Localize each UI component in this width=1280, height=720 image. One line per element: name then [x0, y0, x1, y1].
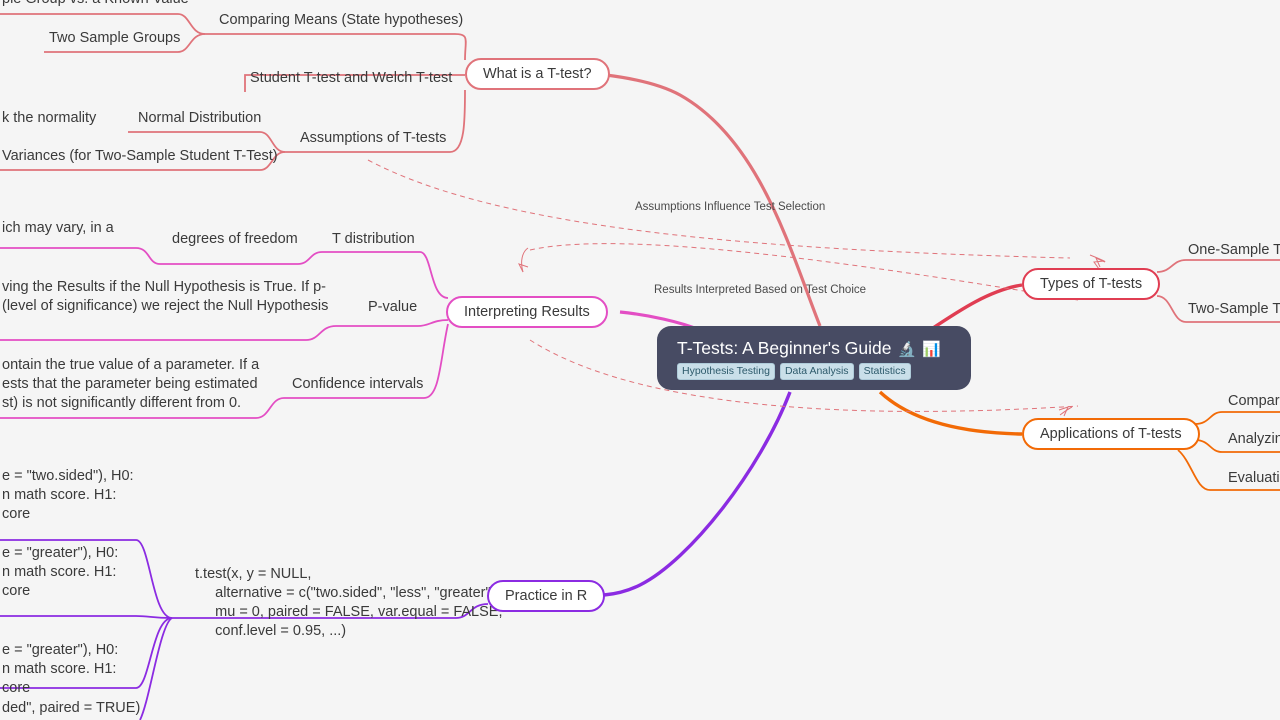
- tag-statistics[interactable]: Statistics: [858, 363, 911, 380]
- leaf-code-example-paired[interactable]: ded", paired = TRUE): [0, 699, 142, 720]
- leaf-confidence-intervals-description[interactable]: ontain the true value of a parameter. If…: [0, 356, 261, 415]
- rel-arrowhead-1: [1095, 257, 1106, 268]
- link-p-value: [336, 319, 449, 327]
- leaf-code-example-greater-2[interactable]: e = "greater"), H0: n math score. H1: co…: [0, 641, 120, 700]
- link-t-distribution: [322, 251, 449, 299]
- node-label: Applications of T-tests: [1040, 426, 1182, 442]
- leaf-evaluating-application[interactable]: Evaluatin: [1226, 469, 1280, 490]
- leaf-one-sample-vs-known-value[interactable]: ple Group vs. a Known Value: [0, 0, 191, 11]
- node-label: What is a T-test?: [483, 66, 592, 82]
- leaf-assumptions-of-ttests[interactable]: Assumptions of T-tests: [298, 129, 448, 150]
- rel-arrowhead-3: [1058, 406, 1069, 417]
- rel-hook-1: [521, 247, 529, 273]
- leaf-normal-distribution[interactable]: Normal Distribution: [136, 109, 263, 130]
- relationship-label-results-interpreted-based-on-test-choice: Results Interpreted Based on Test Choice: [654, 284, 867, 296]
- link-code-greater-1: [0, 615, 173, 619]
- link-comparing-app: [1194, 411, 1280, 425]
- link-degrees-of-freedom: [160, 251, 323, 265]
- root-tag-list: Hypothesis Testing Data Analysis Statist…: [677, 363, 951, 380]
- tag-data-analysis[interactable]: Data Analysis: [779, 363, 854, 380]
- node-types-of-ttests[interactable]: Types of T-tests: [1022, 268, 1161, 300]
- root-title: T-Tests: A Beginner's Guide 🔬 📊: [677, 338, 951, 359]
- mindmap-canvas: T-Tests: A Beginner's Guide 🔬 📊 Hypothes…: [0, 0, 1280, 720]
- leaf-code-example-two-sided[interactable]: e = "two.sided"), H0: n math score. H1: …: [0, 467, 136, 526]
- leaf-student-and-welch-ttest[interactable]: Student T-test and Welch T-test: [248, 69, 454, 90]
- leaf-degrees-of-freedom[interactable]: degrees of freedom: [170, 230, 300, 251]
- leaf-two-sample-groups[interactable]: Two Sample Groups: [47, 29, 182, 50]
- leaf-sample-size-varies[interactable]: ich may vary, in a: [0, 219, 116, 240]
- link-p-value-explain: [0, 325, 337, 341]
- rel-arrowhead-2: [518, 263, 529, 273]
- node-applications-of-ttests[interactable]: Applications of T-tests: [1022, 418, 1200, 450]
- node-label: Interpreting Results: [464, 304, 590, 320]
- leaf-one-sample-ttest[interactable]: One-Sample T-t: [1186, 241, 1280, 262]
- leaf-check-the-normality[interactable]: k the normality: [0, 109, 98, 130]
- relationship-label-assumptions-influence-test-selection: Assumptions Influence Test Selection: [635, 201, 826, 213]
- leaf-p-value[interactable]: P-value: [366, 298, 419, 319]
- rel-hook-2: [1059, 406, 1073, 416]
- leaf-comparing-application[interactable]: Compari: [1226, 392, 1280, 413]
- leaf-t-distribution[interactable]: T distribution: [330, 230, 417, 251]
- rel-arrow-tip-1: [1089, 254, 1106, 270]
- leaf-two-sample-ttest[interactable]: Two-Sample T-t: [1186, 300, 1280, 321]
- trunk-types-of-ttests: [929, 283, 1023, 332]
- microscope-and-bar-chart-icon: 🔬 📊: [897, 340, 942, 358]
- leaf-ttest-function-signature[interactable]: t.test(x, y = NULL, alternative = c("two…: [193, 565, 505, 643]
- leaf-code-example-greater-1[interactable]: e = "greater"), H0: n math score. H1: co…: [0, 544, 120, 603]
- leaf-analyzing-application[interactable]: Analyzin: [1226, 430, 1280, 451]
- node-practice-in-r[interactable]: Practice in R: [487, 580, 606, 612]
- node-label: Types of T-tests: [1040, 276, 1143, 292]
- leaf-p-value-description[interactable]: ving the Results if the Null Hypothesis …: [0, 278, 330, 318]
- leaf-comparing-means[interactable]: Comparing Means (State hypotheses): [217, 11, 465, 32]
- node-label: Practice in R: [505, 588, 588, 604]
- node-interpreting-results[interactable]: Interpreting Results: [446, 296, 608, 328]
- node-what-is-a-ttest[interactable]: What is a T-test?: [465, 58, 610, 90]
- leaf-confidence-intervals[interactable]: Confidence intervals: [290, 375, 425, 396]
- root-title-text: T-Tests: A Beginner's Guide: [677, 338, 892, 358]
- link-comparing-means: [205, 33, 467, 61]
- trunk-practice-in-r: [603, 391, 792, 597]
- link-code-paired: [139, 617, 173, 720]
- link-sample-size-varies: [0, 247, 161, 265]
- leaf-equal-variances[interactable]: Variances (for Two-Sample Student T-Test…: [0, 147, 280, 168]
- root-node[interactable]: T-Tests: A Beginner's Guide 🔬 📊 Hypothes…: [657, 326, 971, 390]
- trunk-applications-of-ttests: [878, 390, 1023, 436]
- tag-hypothesis-testing[interactable]: Hypothesis Testing: [677, 363, 775, 380]
